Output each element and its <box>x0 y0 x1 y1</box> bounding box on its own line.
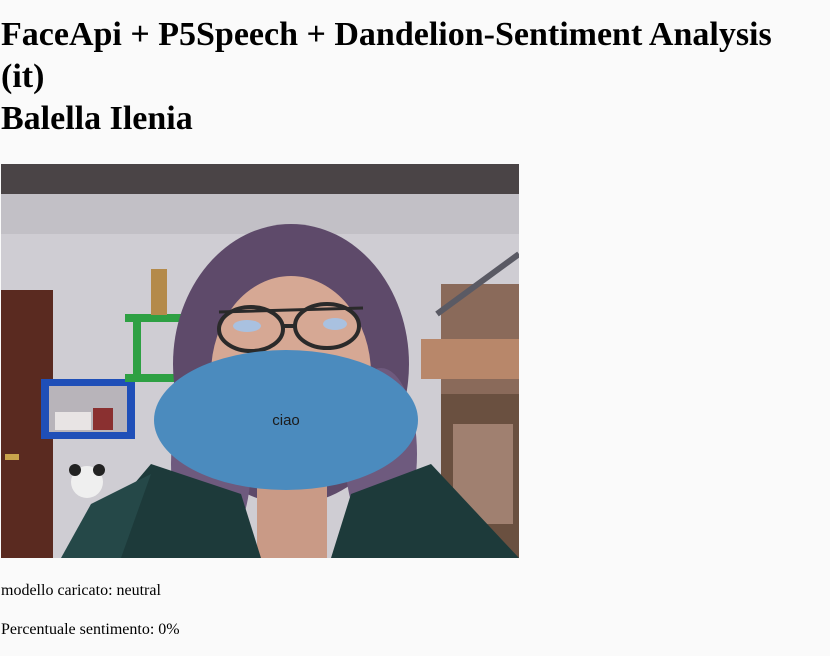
page-title-line-1: FaceApi + P5Speech + Dandelion-Sentiment… <box>1 16 772 53</box>
webcam-image <box>1 164 519 558</box>
speech-bubble <box>154 350 418 490</box>
sentiment-percentage: Percentuale sentimento: 0% <box>1 621 180 638</box>
page-title-line-2: (it) <box>1 58 45 95</box>
webcam-canvas <box>1 164 519 558</box>
author-name: Balella Ilenia <box>1 100 193 137</box>
model-status: modello caricato: neutral <box>1 582 161 599</box>
page-title: FaceApi + P5Speech + Dandelion-Sentiment… <box>1 14 829 140</box>
